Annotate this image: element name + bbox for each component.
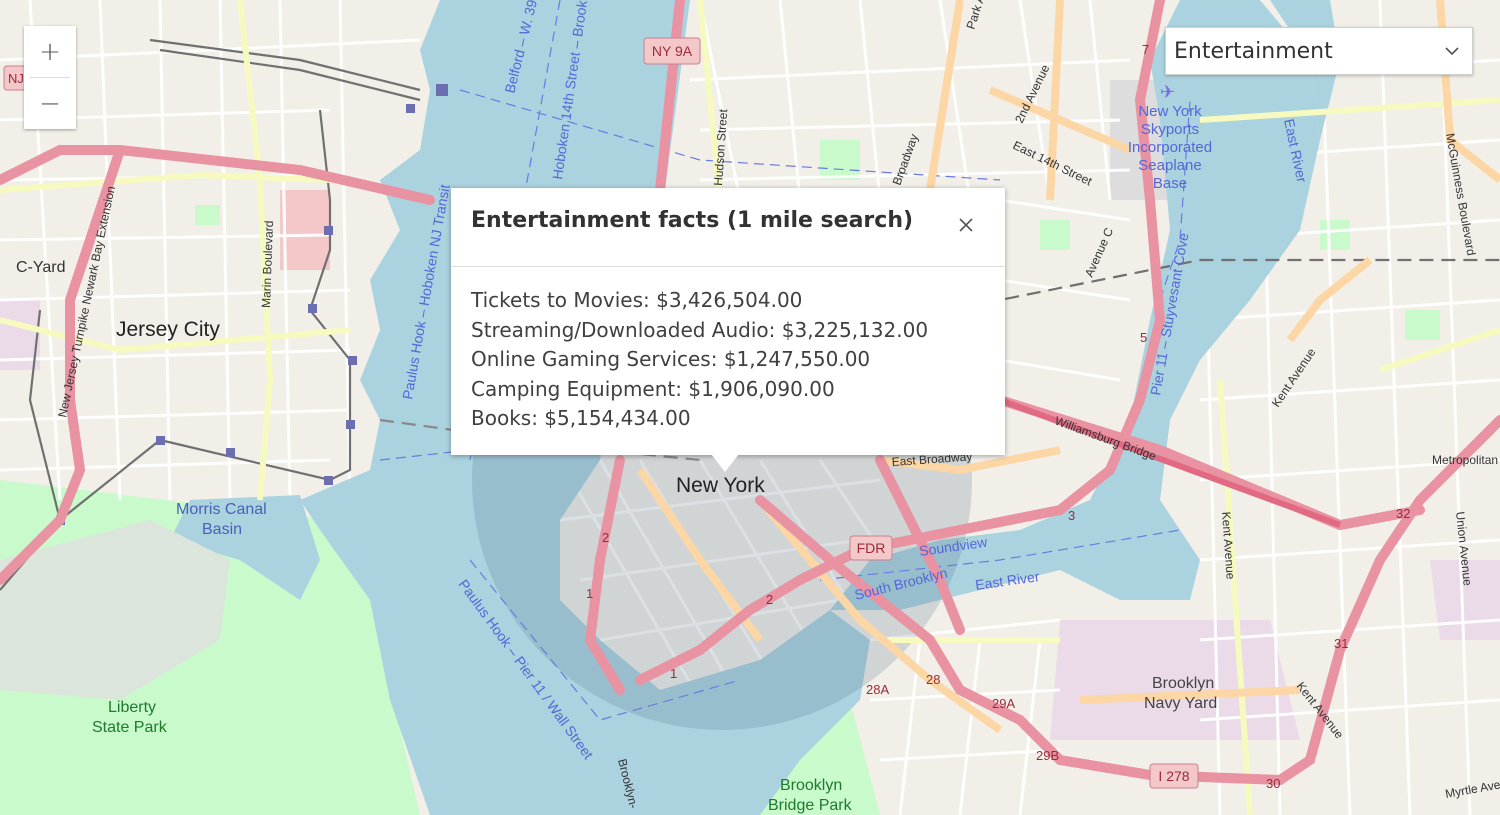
park-area bbox=[820, 140, 860, 180]
airplane-icon: ✈ bbox=[1160, 82, 1175, 103]
zoom-in-button[interactable]: + bbox=[24, 26, 76, 77]
exit-number: 28A bbox=[866, 682, 889, 697]
popup-line: Camping Equipment: $1,906,090.00 bbox=[471, 376, 835, 401]
exit-number: 5 bbox=[1140, 330, 1147, 345]
exit-number: 7 bbox=[1142, 42, 1149, 57]
exit-number: 1 bbox=[586, 586, 593, 601]
popup-line: Online Gaming Services: $1,247,550.00 bbox=[471, 347, 871, 372]
area-label: Bridge Park bbox=[768, 797, 853, 814]
zoom-control: + − bbox=[24, 26, 76, 129]
park-area bbox=[195, 205, 220, 225]
area-label: Metropolitan bbox=[1432, 453, 1498, 467]
city-label: Jersey City bbox=[116, 318, 220, 341]
exit-number: 29B bbox=[1036, 748, 1059, 763]
chevron-down-icon bbox=[1432, 46, 1472, 56]
svg-text:I 278: I 278 bbox=[1158, 768, 1189, 784]
exit-number: 30 bbox=[1266, 776, 1280, 791]
poi-label: Base bbox=[1153, 175, 1187, 192]
popup-line: Books: $5,154,434.00 bbox=[471, 406, 691, 431]
area-label: C-Yard bbox=[16, 259, 66, 276]
area-label: Basin bbox=[202, 521, 242, 538]
exit-number: 2 bbox=[602, 530, 609, 545]
exit-number: 2 bbox=[766, 592, 773, 607]
route-shield: NY 9A bbox=[643, 37, 701, 65]
exit-number: 3 bbox=[1068, 508, 1075, 523]
park-area bbox=[1320, 220, 1350, 250]
popup-divider bbox=[451, 266, 1005, 267]
route-shield: I 278 bbox=[1149, 763, 1199, 789]
svg-text:NJ: NJ bbox=[8, 71, 24, 86]
area-label: Morris Canal bbox=[176, 501, 267, 518]
exit-number: 28 bbox=[926, 672, 940, 687]
popup-content: Tickets to Movies: $3,426,504.00 Streami… bbox=[471, 286, 928, 434]
category-select[interactable]: Entertainment bbox=[1165, 27, 1473, 75]
city-label: New York bbox=[676, 474, 765, 497]
svg-text:FDR: FDR bbox=[857, 540, 886, 556]
park-area bbox=[1405, 310, 1440, 340]
svg-text:NY 9A: NY 9A bbox=[652, 43, 693, 59]
exit-number: 29A bbox=[992, 696, 1015, 711]
exit-number: 32 bbox=[1396, 506, 1410, 521]
popup-line: Streaming/Downloaded Audio: $3,225,132.0… bbox=[471, 317, 929, 342]
route-shield: FDR bbox=[849, 535, 893, 561]
category-select-value: Entertainment bbox=[1174, 38, 1333, 64]
popup-title: Entertainment facts (1 mile search) bbox=[471, 208, 914, 233]
area-label: State Park bbox=[92, 719, 168, 736]
area-label: Navy Yard bbox=[1144, 695, 1217, 712]
info-popup: Entertainment facts (1 mile search) Tick… bbox=[451, 188, 1005, 472]
area-label: Liberty bbox=[108, 699, 156, 716]
popup-pointer bbox=[711, 454, 739, 472]
zoom-out-button[interactable]: − bbox=[24, 78, 76, 129]
area-label: Brooklyn bbox=[1152, 675, 1214, 692]
poi-label: New York bbox=[1138, 103, 1202, 120]
area-label: Brooklyn bbox=[780, 777, 842, 794]
poi-label: Skyports bbox=[1141, 121, 1199, 138]
park-area bbox=[1040, 220, 1070, 250]
poi-label: Seaplane bbox=[1138, 157, 1201, 174]
close-icon[interactable] bbox=[955, 214, 977, 236]
popup-line: Tickets to Movies: $3,426,504.00 bbox=[471, 288, 803, 312]
industrial-area bbox=[280, 190, 330, 270]
poi-label: Incorporated bbox=[1128, 139, 1212, 156]
exit-number: 31 bbox=[1334, 636, 1348, 651]
exit-number: 1 bbox=[670, 666, 677, 681]
